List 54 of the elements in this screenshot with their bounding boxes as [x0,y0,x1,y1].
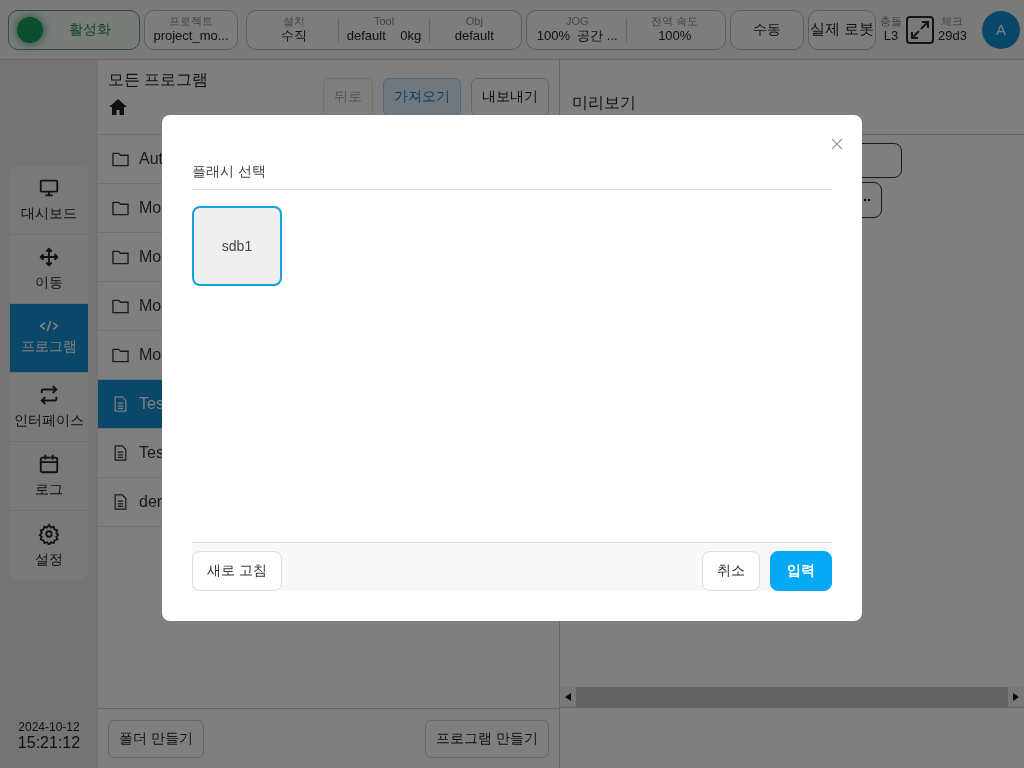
field-value: 100% 공간 ... [536,28,618,44]
move-icon [38,246,60,268]
nav-item[interactable]: 대시보드 [10,166,88,235]
home-icon[interactable] [108,97,128,117]
scroll-right-icon[interactable] [1011,692,1021,702]
date-text: 2024-10-12 [18,720,80,734]
status-light-icon [17,16,43,43]
folder-icon [112,298,129,314]
robot-button[interactable]: 실제 로봇 [808,9,876,50]
time-text: 15:21:12 [17,734,81,752]
device-tile[interactable]: sdb1 [192,206,282,286]
field-value: default 0kg [346,28,422,44]
scroll-left-icon[interactable] [563,692,573,702]
project-button[interactable]: 프로젝트 project_mo... [144,9,238,50]
field-value: default [454,28,494,44]
check-value: 29d3 [938,28,967,44]
calendar-icon [38,453,60,475]
collision-value: L3 [883,28,899,44]
dialog-title: 플래시 선택 [192,163,832,190]
nav-item[interactable]: 로그 [10,442,88,511]
folder-icon [112,151,129,167]
file-icon [112,494,129,510]
avatar[interactable]: A [982,10,1020,49]
cancel-button[interactable]: 취소 [702,551,760,591]
create-button[interactable]: 프로그램 만들기 [425,719,549,758]
panel-title: 모든 프로그램 [108,70,209,90]
toolbar-button[interactable]: 가져오기 [383,78,461,116]
activate-button[interactable]: 활성화 [8,9,140,50]
panel-title: 미리보기 [572,92,636,113]
nav-item[interactable]: 설정 [10,511,88,580]
horizontal-scrollbar[interactable] [560,687,1024,707]
file-icon [112,396,129,412]
field-value: 100% [658,28,692,44]
create-button[interactable]: 폴더 만들기 [108,719,204,758]
code-icon [39,320,59,332]
folder-icon [112,249,129,265]
file-icon [112,445,129,461]
mode-button[interactable]: 수동 [730,9,804,50]
field-label: Tool [373,15,395,28]
folder-icon [112,200,129,216]
monitor-icon [38,177,60,199]
field-label: Obj [465,15,483,28]
nav-item[interactable]: 프로그램 [10,304,88,373]
toolbar-button[interactable]: 내보내기 [471,78,549,116]
confirm-button[interactable]: 입력 [770,551,832,591]
swap-icon [38,384,60,406]
refresh-button[interactable]: 새로 고침 [192,551,282,591]
nav-item[interactable]: 인터페이스 [10,373,88,442]
close-icon[interactable] [831,138,843,150]
field-value: 수직 [280,28,307,44]
gear-icon [38,522,60,545]
folder-icon [112,347,129,363]
expand-icon[interactable] [906,15,934,44]
field-label: JOG [565,15,589,28]
